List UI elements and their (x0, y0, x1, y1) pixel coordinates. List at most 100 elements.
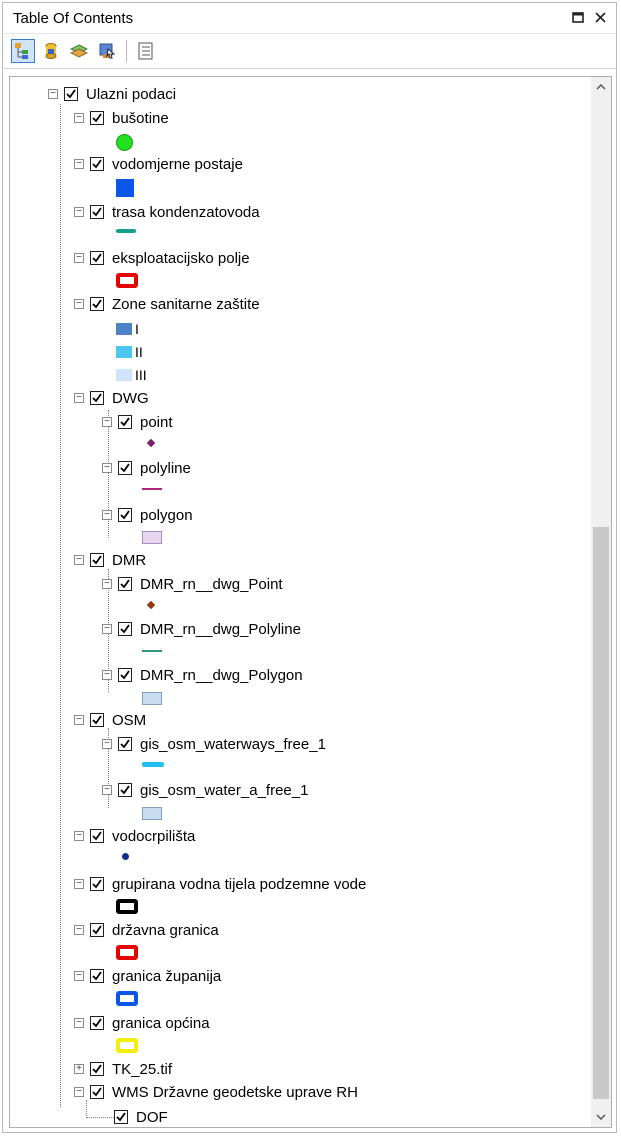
layer-tk25[interactable]: + TK_25.tif (74, 1058, 172, 1080)
checkbox-checked[interactable] (90, 205, 104, 219)
collapse-icon[interactable]: − (102, 510, 112, 520)
line-symbol (142, 488, 162, 490)
layer-busotine[interactable]: − bušotine (74, 107, 169, 129)
collapse-icon[interactable]: − (74, 879, 84, 889)
group-dmr[interactable]: − DMR (74, 549, 146, 571)
polygon-symbol (142, 692, 162, 705)
checkbox-checked[interactable] (118, 622, 132, 636)
group-ulazni-podaci[interactable]: − Ulazni podaci (48, 83, 176, 105)
collapse-icon[interactable]: − (74, 831, 84, 841)
list-by-drawing-order-icon[interactable] (11, 39, 35, 63)
layer-osm-waterways[interactable]: − gis_osm_waterways_free_1 (102, 733, 326, 755)
checkbox-checked[interactable] (118, 737, 132, 751)
layer-dwg-polygon[interactable]: − polygon (102, 504, 193, 526)
checkbox-checked[interactable] (90, 157, 104, 171)
checkbox-checked[interactable] (118, 783, 132, 797)
close-icon[interactable] (592, 8, 608, 26)
checkbox-checked[interactable] (90, 923, 104, 937)
layer-dof[interactable]: DOF (114, 1106, 168, 1127)
checkbox-checked[interactable] (118, 668, 132, 682)
group-osm[interactable]: − OSM (74, 709, 146, 731)
collapse-icon[interactable]: − (102, 739, 112, 749)
checkbox-checked[interactable] (90, 1062, 104, 1076)
layer-vodomjerne-postaje[interactable]: − vodomjerne postaje (74, 153, 243, 175)
layer-eksploatacijsko-polje[interactable]: − eksploatacijsko polje (74, 247, 250, 269)
layer-zone-sanitarne-zastite[interactable]: − Zone sanitarne zaštite (74, 293, 260, 315)
scroll-down-icon[interactable] (591, 1107, 611, 1127)
list-by-visibility-icon[interactable] (67, 39, 91, 63)
polygon-outline-symbol (116, 273, 138, 288)
checkbox-checked[interactable] (114, 1110, 128, 1124)
collapse-icon[interactable]: − (102, 417, 112, 427)
collapse-icon[interactable]: − (74, 207, 84, 217)
polygon-symbol (142, 531, 162, 544)
tree-connector (86, 1117, 116, 1118)
collapse-icon[interactable]: − (74, 1087, 84, 1097)
collapse-icon[interactable]: − (48, 89, 58, 99)
scroll-up-icon[interactable] (591, 77, 611, 97)
collapse-icon[interactable]: − (74, 113, 84, 123)
checkbox-checked[interactable] (90, 297, 104, 311)
collapse-icon[interactable]: − (74, 715, 84, 725)
collapse-icon[interactable]: − (74, 1018, 84, 1028)
collapse-icon[interactable]: − (102, 579, 112, 589)
polygon-symbol (142, 807, 162, 820)
layer-dwg-point[interactable]: − point (102, 411, 173, 433)
layer-osm-water[interactable]: − gis_osm_water_a_free_1 (102, 779, 308, 801)
collapse-icon[interactable]: − (102, 785, 112, 795)
layer-label: DMR_rn__dwg_Point (140, 575, 283, 593)
checkbox-checked[interactable] (90, 111, 104, 125)
checkbox-checked[interactable] (90, 553, 104, 567)
list-by-source-icon[interactable] (39, 39, 63, 63)
point-symbol (122, 853, 129, 860)
layer-wms[interactable]: − WMS Državne geodetske uprave RH (74, 1081, 358, 1103)
checkbox-checked[interactable] (90, 251, 104, 265)
checkbox-checked[interactable] (90, 391, 104, 405)
collapse-icon[interactable]: − (74, 159, 84, 169)
layer-dmr-point[interactable]: − DMR_rn__dwg_Point (102, 573, 283, 595)
toc-tree-panel: − Ulazni podaci − bušotine − vodomjerne … (9, 76, 612, 1128)
expand-icon[interactable]: + (74, 1064, 84, 1074)
checkbox-checked[interactable] (90, 969, 104, 983)
collapse-icon[interactable]: − (74, 299, 84, 309)
checkbox-checked[interactable] (118, 461, 132, 475)
vertical-scrollbar[interactable] (591, 77, 611, 1127)
layer-vodocrpilista[interactable]: − vodocrpilišta (74, 825, 195, 847)
options-icon[interactable] (134, 39, 158, 63)
checkbox-checked[interactable] (90, 1016, 104, 1030)
checkbox-checked[interactable] (118, 415, 132, 429)
collapse-icon[interactable]: − (74, 925, 84, 935)
layer-label: DOF (136, 1108, 168, 1126)
checkbox-checked[interactable] (64, 87, 78, 101)
checkbox-checked[interactable] (90, 829, 104, 843)
line-symbol (142, 762, 164, 767)
layer-drzavna-granica[interactable]: − državna granica (74, 919, 219, 941)
class-label: I (135, 321, 139, 337)
collapse-icon[interactable]: − (102, 670, 112, 680)
undock-icon[interactable] (570, 8, 586, 26)
layer-trasa-kondenzatovoda[interactable]: − trasa kondenzatovoda (74, 201, 260, 223)
layer-dmr-polygon[interactable]: − DMR_rn__dwg_Polygon (102, 664, 303, 686)
collapse-icon[interactable]: − (74, 393, 84, 403)
polygon-outline-symbol (116, 1038, 138, 1053)
layer-granica-zupanija[interactable]: − granica županija (74, 965, 221, 987)
layer-label: eksploatacijsko polje (112, 249, 250, 267)
scrollbar-thumb[interactable] (593, 527, 609, 1099)
layer-dwg-polyline[interactable]: − polyline (102, 457, 191, 479)
group-dwg[interactable]: − DWG (74, 387, 149, 409)
collapse-icon[interactable]: − (102, 624, 112, 634)
layer-granica-opcina[interactable]: − granica općina (74, 1012, 210, 1034)
checkbox-checked[interactable] (118, 508, 132, 522)
list-by-selection-icon[interactable] (95, 39, 119, 63)
layer-label: grupirana vodna tijela podzemne vode (112, 875, 367, 893)
checkbox-checked[interactable] (118, 577, 132, 591)
checkbox-checked[interactable] (90, 1085, 104, 1099)
layer-grupirana-vodna-tijela[interactable]: − grupirana vodna tijela podzemne vode (74, 873, 366, 895)
checkbox-checked[interactable] (90, 877, 104, 891)
collapse-icon[interactable]: − (74, 971, 84, 981)
collapse-icon[interactable]: − (102, 463, 112, 473)
collapse-icon[interactable]: − (74, 253, 84, 263)
layer-dmr-polyline[interactable]: − DMR_rn__dwg_Polyline (102, 618, 301, 640)
collapse-icon[interactable]: − (74, 555, 84, 565)
checkbox-checked[interactable] (90, 713, 104, 727)
